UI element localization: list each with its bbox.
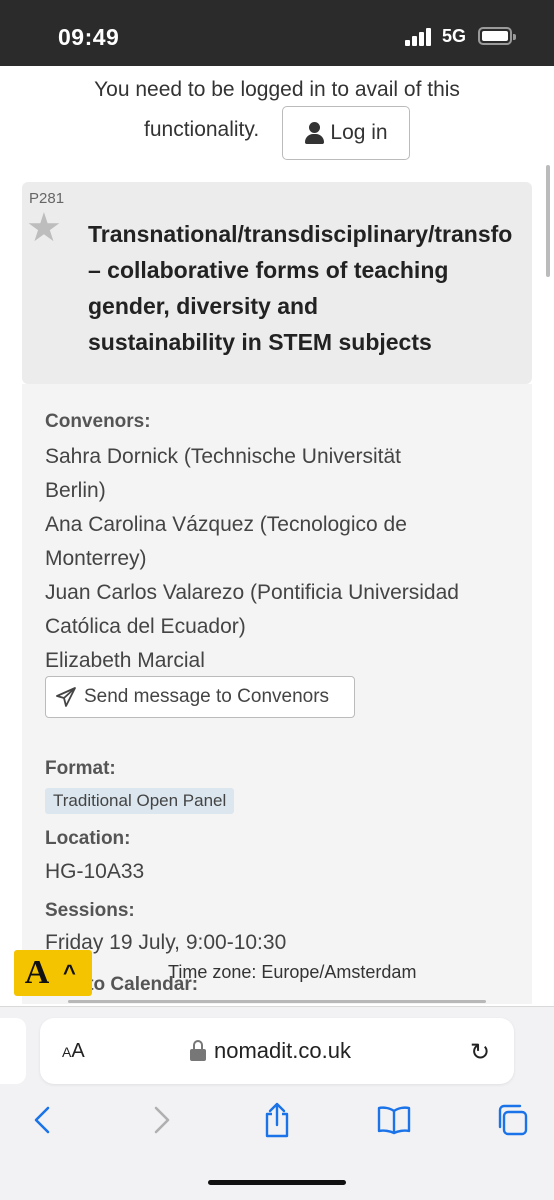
convenor-line: Juan Carlos Valarezo (Pontificia Univers… (45, 581, 459, 604)
tab-scroll-indicator (68, 1000, 486, 1003)
panel-details: Convenors: Sahra Dornick (Technische Uni… (22, 384, 532, 1004)
panel-title: Transnational/transdisciplinary/transfo … (88, 221, 513, 355)
previous-tab-card[interactable] (0, 1018, 26, 1084)
convenor-line: Ana Carolina Vázquez (Tecnologico de (45, 513, 407, 536)
convenors-label: Convenors: (45, 411, 151, 432)
login-message: You need to be logged in to avail of thi… (94, 78, 460, 101)
login-message-cont: functionality. (144, 118, 260, 141)
back-button[interactable] (22, 1100, 62, 1140)
login-button-label: Log in (330, 121, 388, 144)
network-type: 5G (442, 26, 467, 46)
chevron-up-icon: ^ (63, 960, 76, 985)
chevron-left-icon (34, 1106, 50, 1134)
convenor-line: Sahra Dornick (Technische Universität (45, 445, 401, 468)
url-domain[interactable]: nomadit.co.uk (214, 1038, 351, 1064)
accessibility-icon: A (24, 954, 50, 991)
accessibility-button[interactable]: A ^ (14, 950, 92, 996)
location-value: HG-10A33 (45, 860, 145, 883)
format-badge: Traditional Open Panel (45, 788, 235, 814)
reader-options-button[interactable]: AA (62, 1040, 85, 1063)
user-icon (304, 122, 325, 144)
book-icon (377, 1106, 411, 1135)
panel-header: P281 ★ Transnational/transdisciplinary/t… (22, 182, 532, 384)
location-label: Location: (45, 828, 131, 849)
panel-code: P281 (29, 190, 65, 207)
convenor-line: Berlin) (45, 479, 106, 502)
format-label: Format: (45, 758, 116, 779)
send-message-button[interactable]: Send message to Convenors (45, 676, 355, 718)
page-scrollbar[interactable] (546, 165, 550, 277)
convenor-line: Católica del Ecuador) (45, 615, 246, 638)
home-indicator (208, 1180, 346, 1185)
share-icon (265, 1102, 289, 1138)
chevron-right-icon (154, 1106, 170, 1134)
signal-icon (405, 28, 435, 46)
status-time: 09:49 (58, 24, 120, 50)
convenor-line: Elizabeth Marcial (45, 649, 205, 672)
sessions-label: Sessions: (45, 900, 135, 921)
send-message-label: Send message to Convenors (84, 686, 330, 707)
tabs-button[interactable] (492, 1100, 532, 1140)
lock-icon (190, 1040, 206, 1062)
status-bar: 09:49 5G (0, 0, 554, 66)
tabs-icon (498, 1104, 528, 1136)
star-icon[interactable]: ★ (26, 208, 62, 248)
paper-plane-icon (56, 687, 76, 707)
convenor-line: Monterrey) (45, 547, 147, 570)
address-bar[interactable]: AA nomadit.co.uk ↻ (40, 1018, 514, 1084)
timezone-text: Time zone: Europe/Amsterdam (168, 962, 417, 982)
login-button[interactable]: Log in (282, 106, 410, 160)
battery-icon (478, 27, 516, 45)
share-button[interactable] (257, 1100, 297, 1140)
bookmarks-button[interactable] (374, 1100, 414, 1140)
reload-icon[interactable]: ↻ (470, 1038, 490, 1067)
forward-button[interactable] (142, 1100, 182, 1140)
